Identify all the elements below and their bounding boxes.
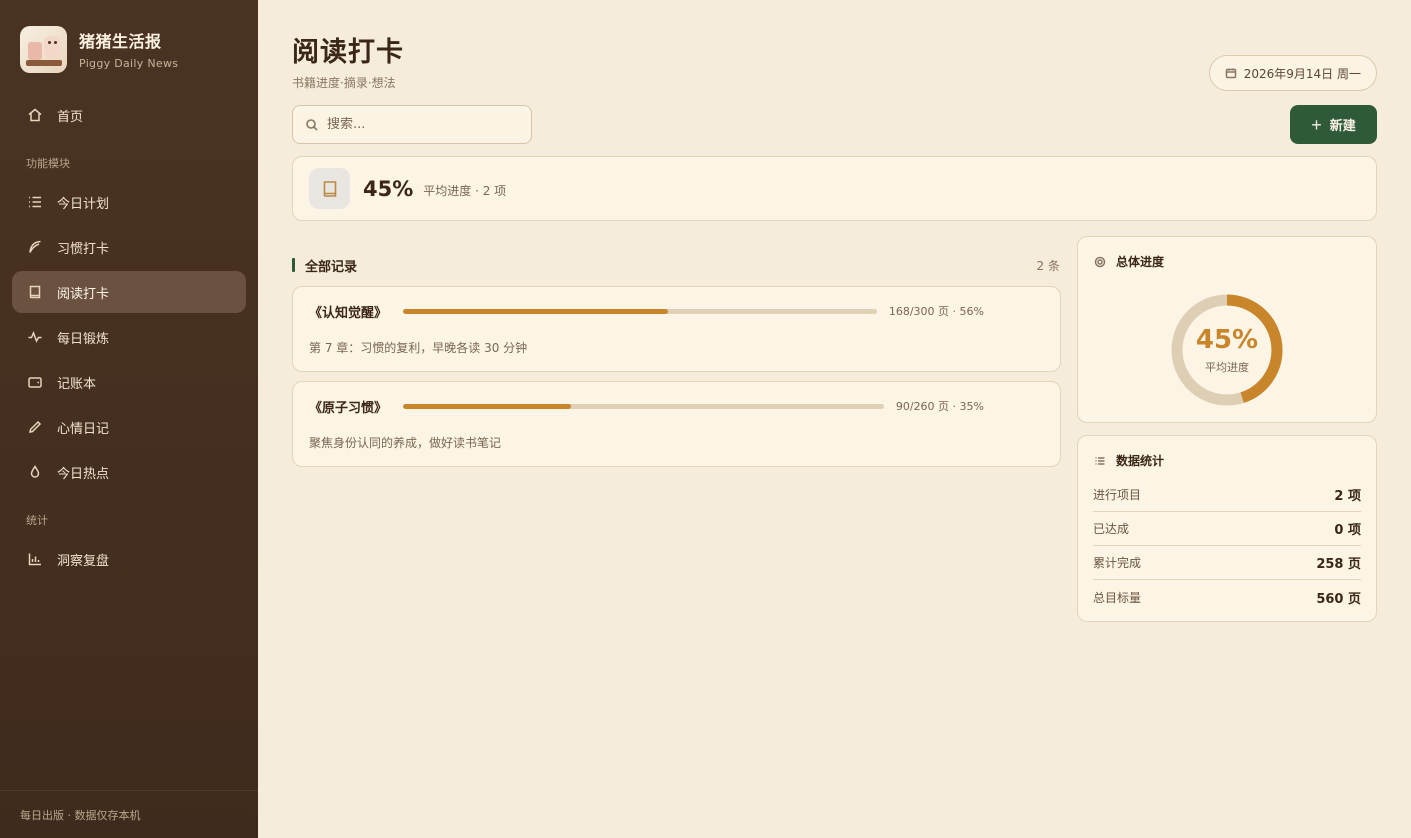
new-button[interactable]: + 新建 (1290, 105, 1377, 144)
record-card[interactable]: 《认知觉醒》 168/300 页 · 56% 第 7 章：习惯的复利，早晚各读 … (292, 286, 1061, 372)
stat-value: 258 页 (1316, 557, 1361, 572)
record-note: 第 7 章：习惯的复利，早晚各读 30 分钟 (309, 341, 528, 355)
sidebar-nav: 首页 功能模块 今日计划 习惯打卡 阅读打卡 每日锻炼 记账本 心情日记 今日热… (0, 94, 258, 580)
record-title: 《认知觉醒》 (309, 305, 388, 321)
summary-label: 平均进度 · 2 项 (423, 184, 507, 198)
wallet-icon (26, 373, 44, 391)
sidebar-item-label: 阅读打卡 (57, 286, 110, 302)
main-content: 阅读打卡 书籍进度·摘录·想法 2026年9月14日 周一 + 新建 45% 平… (258, 0, 1411, 838)
record-note: 聚焦身份认同的养成，做好读书笔记 (309, 436, 502, 450)
brand-subtitle: Piggy Daily News (79, 57, 179, 70)
sidebar-item-insights[interactable]: 洞察复盘 (12, 538, 246, 580)
sidebar-item-habit[interactable]: 习惯打卡 (12, 226, 246, 268)
sidebar-item-label: 记账本 (57, 376, 97, 392)
summary-card: 45% 平均进度 · 2 项 (292, 156, 1377, 221)
sidebar-item-ledger[interactable]: 记账本 (12, 361, 246, 403)
section-count: 2 条 (1036, 258, 1060, 273)
section-marker (292, 258, 295, 272)
pencil-icon (26, 418, 44, 436)
app-root: 猪猪生活报 Piggy Daily News 首页 功能模块 今日计划 习惯打卡… (0, 0, 1411, 838)
record-progress-bar (403, 308, 877, 314)
sidebar-item-daily-plan[interactable]: 今日计划 (12, 181, 246, 223)
stat-row: 累计完成 258 页 (1093, 546, 1361, 580)
sidebar-item-mood-diary[interactable]: 心情日记 (12, 406, 246, 448)
search-icon (306, 118, 318, 131)
target-icon (1094, 256, 1106, 267)
pulse-icon (26, 328, 44, 346)
date-text: 2026年9月14日 周一 (1243, 66, 1361, 81)
calendar-icon (1225, 68, 1236, 79)
sidebar-item-label: 洞察复盘 (57, 553, 110, 569)
sidebar: 猪猪生活报 Piggy Daily News 首页 功能模块 今日计划 习惯打卡… (0, 0, 258, 838)
stat-label: 进行项目 (1093, 488, 1142, 502)
section-title: 全部记录 (305, 259, 358, 275)
record-card[interactable]: 《原子习惯》 90/260 页 · 35% 聚焦身份认同的养成，做好读书笔记 (292, 381, 1061, 467)
overall-progress-card: 总体进度 45% 平均进度 (1077, 236, 1377, 423)
bar-chart-icon (26, 550, 44, 568)
stat-row: 已达成 0 项 (1093, 512, 1361, 546)
progress-donut: 45% 平均进度 (1169, 292, 1285, 408)
book-icon (309, 168, 350, 209)
list-icon (26, 193, 44, 211)
records-section-header: 全部记录 2 条 (292, 257, 1060, 275)
page-title: 阅读打卡 (292, 37, 404, 68)
sidebar-item-home[interactable]: 首页 (12, 94, 246, 136)
sidebar-item-label: 首页 (57, 109, 84, 125)
card-title: 数据统计 (1116, 454, 1165, 468)
record-progress-bar (403, 403, 884, 409)
sidebar-item-label: 心情日记 (57, 421, 110, 437)
record-title: 《原子习惯》 (309, 400, 388, 416)
donut-label: 平均进度 (1205, 361, 1249, 374)
stat-row: 进行项目 2 项 (1093, 478, 1361, 512)
record-meta: 90/260 页 · 35% (895, 400, 984, 413)
record-progress-fill (403, 403, 572, 409)
sidebar-item-label: 每日锻炼 (57, 331, 110, 347)
sidebar-item-label: 今日热点 (57, 466, 110, 482)
sidebar-item-reading[interactable]: 阅读打卡 (12, 271, 246, 313)
sidebar-item-hot-topics[interactable]: 今日热点 (12, 451, 246, 493)
brand: 猪猪生活报 Piggy Daily News (0, 0, 258, 74)
stat-row: 总目标量 560 页 (1093, 580, 1361, 614)
feather-icon (26, 238, 44, 256)
date-chip: 2026年9月14日 周一 (1208, 55, 1377, 91)
stat-value: 0 项 (1334, 523, 1361, 538)
sidebar-item-exercise[interactable]: 每日锻炼 (12, 316, 246, 358)
nav-section-modules: 功能模块 (26, 157, 70, 170)
nav-section-stats: 统计 (26, 514, 48, 527)
brand-title: 猪猪生活报 (79, 32, 162, 51)
brand-logo (20, 25, 67, 73)
stats-card: 数据统计 进行项目 2 项 已达成 0 项 累计完成 258 页 总目标量 56… (1077, 435, 1377, 622)
summary-value: 45% (363, 176, 414, 201)
record-progress-fill (403, 308, 669, 314)
book-icon (26, 283, 44, 301)
flame-icon (26, 463, 44, 481)
donut-value: 45% (1195, 325, 1259, 355)
plus-icon: + (1311, 114, 1322, 135)
sidebar-item-label: 今日计划 (57, 196, 110, 212)
list-icon (1095, 456, 1105, 465)
stat-label: 已达成 (1093, 522, 1130, 536)
stat-value: 2 项 (1334, 489, 1361, 504)
stat-label: 累计完成 (1093, 556, 1142, 570)
page-subtitle: 书籍进度·摘录·想法 (292, 76, 396, 90)
stat-label: 总目标量 (1093, 590, 1142, 605)
home-icon (26, 106, 44, 124)
card-title: 总体进度 (1116, 255, 1165, 269)
sidebar-footer: 每日出版 · 数据仅存本机 (0, 790, 258, 838)
sidebar-item-label: 习惯打卡 (57, 241, 110, 257)
search-input[interactable] (327, 117, 517, 132)
record-meta: 168/300 页 · 56% (888, 305, 984, 318)
stat-value: 560 页 (1316, 591, 1361, 607)
new-button-label: 新建 (1329, 118, 1356, 133)
search-box[interactable] (292, 105, 532, 144)
